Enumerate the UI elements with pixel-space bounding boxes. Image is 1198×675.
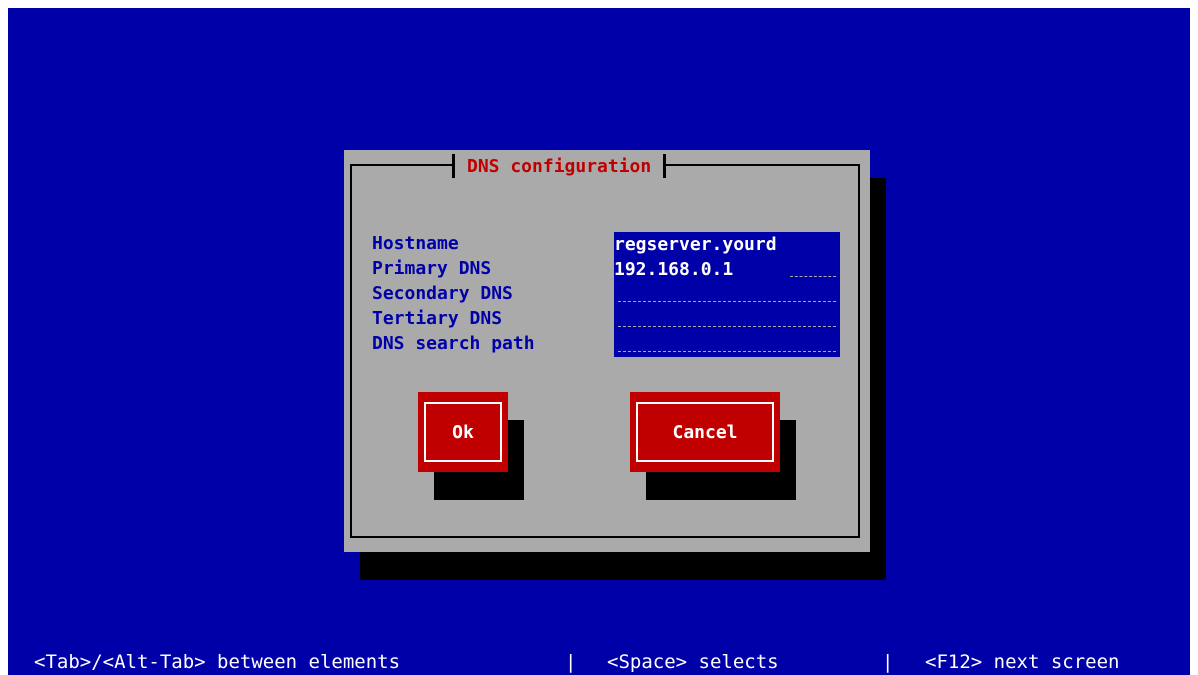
dns-search-path-input[interactable] [614, 332, 840, 357]
dns-configuration-dialog: DNS configuration Hostname Primary DNS S… [344, 150, 870, 552]
ok-button-frame: Ok [424, 402, 502, 462]
tertiary-dns-input[interactable] [614, 307, 840, 332]
input-underline [618, 351, 836, 352]
input-underline [618, 301, 836, 302]
secondary-dns-input[interactable] [614, 282, 840, 307]
f12-hint: <F12> next screen [925, 651, 1120, 673]
status-bar: <Tab>/<Alt-Tab> between elements | <Spac… [8, 650, 1190, 675]
hostname-value: regserver.yourd [614, 234, 777, 255]
cancel-button[interactable]: Cancel [630, 392, 780, 472]
primary-dns-value: 192.168.0.1 [614, 259, 734, 280]
cancel-button-label: Cancel [672, 421, 738, 443]
primary-dns-input[interactable]: 192.168.0.1 [614, 257, 840, 282]
input-underline [790, 276, 836, 277]
dns-search-path-label: DNS search path [372, 333, 535, 354]
dialog-title: DNS configuration [467, 155, 652, 177]
secondary-dns-label: Secondary DNS [372, 283, 513, 304]
installer-screen: DNS configuration Hostname Primary DNS S… [8, 8, 1190, 675]
primary-dns-label: Primary DNS [372, 258, 492, 279]
cancel-button-frame: Cancel [636, 402, 774, 462]
ok-button-label: Ok [452, 421, 474, 443]
status-separator: | [565, 651, 577, 673]
tab-hint: <Tab>/<Alt-Tab> between elements [34, 651, 401, 673]
hostname-label: Hostname [372, 233, 459, 254]
tertiary-dns-label: Tertiary DNS [372, 308, 503, 329]
ok-button[interactable]: Ok [418, 392, 508, 472]
hostname-input[interactable]: regserver.yourd [614, 232, 840, 257]
dialog-title-box: DNS configuration [452, 154, 667, 178]
space-hint: <Space> selects [607, 651, 779, 673]
status-separator: | [882, 651, 894, 673]
input-underline [618, 326, 836, 327]
